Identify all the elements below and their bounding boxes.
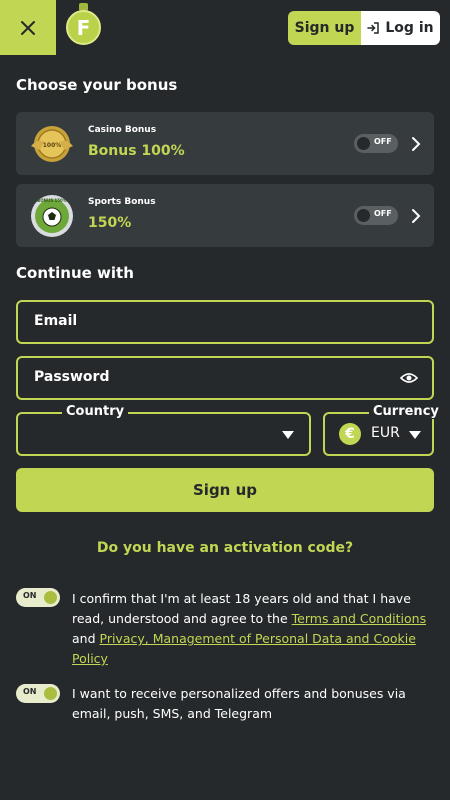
password-field[interactable]: Password — [16, 356, 434, 400]
header-signup-label: Sign up — [294, 20, 355, 36]
close-button[interactable] — [0, 0, 56, 55]
chevron-right-icon[interactable] — [409, 206, 423, 226]
header: F Sign up Log in — [0, 0, 450, 55]
euro-icon: € — [339, 423, 361, 445]
age-consent-toggle[interactable]: ON — [16, 588, 60, 607]
country-select[interactable]: Country — [16, 404, 311, 456]
chevron-right-icon[interactable] — [409, 134, 423, 154]
sports-badge-text: BONUS 150% — [37, 198, 67, 203]
logo[interactable]: F — [66, 10, 101, 45]
offers-consent-toggle[interactable]: ON — [16, 684, 60, 703]
login-icon — [367, 22, 380, 34]
header-signup-button[interactable]: Sign up — [288, 11, 361, 45]
toggle-state-label: ON — [23, 687, 37, 696]
activation-code-link[interactable]: Do you have an activation code? — [0, 540, 450, 556]
signup-button-label: Sign up — [193, 481, 257, 499]
currency-select[interactable]: Currency € EUR — [323, 404, 443, 456]
age-consent-text-middle: and — [72, 631, 100, 646]
toggle-knob — [44, 591, 57, 604]
email-placeholder: Email — [34, 313, 78, 329]
casino-bonus-toggle[interactable]: OFF — [354, 134, 398, 153]
casino-bonus-value: Bonus 100% — [88, 143, 185, 159]
sports-bonus-value: 150% — [88, 215, 132, 231]
chevron-down-icon — [409, 431, 421, 439]
header-login-button[interactable]: Log in — [361, 11, 440, 45]
bonus-section-title: Choose your bonus — [16, 76, 178, 94]
email-field[interactable]: Email — [16, 300, 434, 344]
header-login-label: Log in — [385, 20, 434, 36]
sports-bonus-badge-icon: BONUS 150% — [31, 195, 73, 237]
continue-section-title: Continue with — [16, 264, 134, 282]
casino-bonus-card[interactable]: 100% Casino Bonus Bonus 100% OFF — [16, 112, 434, 175]
show-password-icon[interactable] — [400, 371, 418, 385]
toggle-state-label: OFF — [374, 137, 392, 146]
privacy-policy-link[interactable]: Privacy, Management of Personal Data and… — [72, 631, 416, 666]
country-label: Country — [62, 404, 129, 419]
signup-button[interactable]: Sign up — [16, 468, 434, 512]
casino-bonus-label: Casino Bonus — [88, 125, 157, 135]
terms-link[interactable]: Terms and Conditions — [292, 611, 426, 626]
logo-letter: F — [76, 15, 91, 40]
close-icon — [21, 20, 35, 35]
sports-bonus-card[interactable]: BONUS 150% Sports Bonus 150% OFF — [16, 184, 434, 247]
toggle-state-label: OFF — [374, 209, 392, 218]
toggle-knob — [357, 137, 370, 150]
chevron-down-icon — [282, 431, 294, 439]
casino-bonus-badge-icon: 100% — [31, 126, 73, 162]
sports-bonus-toggle[interactable]: OFF — [354, 206, 398, 225]
currency-symbol: € — [345, 426, 355, 442]
toggle-knob — [357, 209, 370, 222]
sports-bonus-label: Sports Bonus — [88, 197, 156, 207]
offers-consent-text: I want to receive personalized offers an… — [72, 686, 406, 721]
toggle-state-label: ON — [23, 591, 37, 600]
casino-badge-text: 100% — [43, 142, 62, 149]
password-placeholder: Password — [34, 369, 110, 385]
currency-value: EUR — [371, 425, 400, 441]
currency-label: Currency — [369, 404, 443, 419]
toggle-knob — [44, 687, 57, 700]
age-consent-text: I confirm that I'm at least 18 years old… — [72, 589, 432, 669]
